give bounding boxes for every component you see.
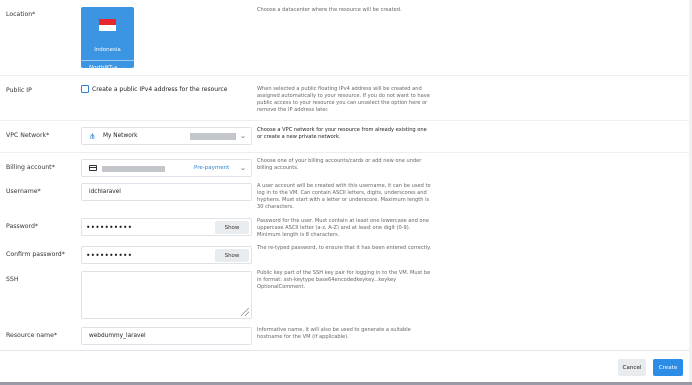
public-ip-label: Public IP <box>6 87 32 94</box>
chevron-down-icon: ⌄ <box>240 132 246 140</box>
resize-handle-icon[interactable] <box>241 308 249 316</box>
confirm-password-value: •••••••••• <box>86 251 133 260</box>
zone-value: NorthJKT-a <box>88 65 118 71</box>
ssh-key-textarea[interactable] <box>81 271 252 319</box>
public-ip-checkbox-label[interactable]: Create a public IPv4 address for the res… <box>92 86 227 93</box>
location-card-indonesia[interactable]: Indonesia NorthJKT-a ⌄ <box>81 7 134 71</box>
show-confirm-password-button[interactable]: Show <box>215 249 249 262</box>
redacted-network-id <box>190 133 236 140</box>
resource-name-label: Resource name* <box>6 332 57 339</box>
vpc-label: VPC Network* <box>6 132 50 139</box>
billing-help: Choose one of your billing accounts/card… <box>257 158 422 171</box>
ssh-help: Public key part of the SSH key pair for … <box>257 270 431 290</box>
vpc-select[interactable]: ⋔ My Network ⌄ <box>81 127 252 145</box>
resource-name-help: Informative name, it will also be used t… <box>257 327 411 340</box>
password-input[interactable]: •••••••••• Show <box>81 218 252 236</box>
password-help: Password for the user. Must contain at l… <box>257 218 429 238</box>
footer-divider <box>0 350 692 351</box>
resource-name-input[interactable]: webdummy_laravel <box>81 327 252 345</box>
redacted-billing-account <box>102 166 165 172</box>
confirm-password-input[interactable]: •••••••••• Show <box>81 246 252 264</box>
billing-label: Billing account* <box>6 164 55 171</box>
zone-select[interactable]: NorthJKT-a ⌄ <box>81 60 134 75</box>
show-password-button[interactable]: Show <box>215 221 249 234</box>
divider <box>0 152 692 153</box>
credit-card-icon <box>89 165 97 171</box>
username-help: A user account will be created with this… <box>257 183 431 210</box>
indonesia-flag-icon <box>99 19 116 31</box>
resource-name-value: webdummy_laravel <box>89 333 146 339</box>
public-ip-help: When selected a public floating IPv4 add… <box>257 86 430 113</box>
divider <box>0 75 692 76</box>
location-label: Location* <box>6 11 36 18</box>
ssh-label: SSH <box>6 276 19 283</box>
public-ip-checkbox[interactable] <box>81 85 89 93</box>
network-icon: ⋔ <box>89 132 96 141</box>
password-value: •••••••••• <box>86 223 133 232</box>
username-label: Username* <box>6 188 41 195</box>
confirm-password-label: Confirm password* <box>6 251 65 258</box>
vpc-value: My Network <box>103 133 138 139</box>
location-card-name: Indonesia <box>94 47 121 53</box>
chevron-down-icon: ⌄ <box>121 65 126 71</box>
username-value: idchlaravel <box>89 189 121 195</box>
confirm-password-help: The re-typed password, to ensure that it… <box>257 245 431 251</box>
location-help: Choose a datacenter where the resource w… <box>257 7 402 13</box>
chevron-down-icon: ⌄ <box>240 164 246 172</box>
create-button[interactable]: Create <box>653 359 683 376</box>
password-label: Password* <box>6 223 38 230</box>
vpc-help: Choose a VPC network for your resource f… <box>257 127 427 140</box>
billing-select[interactable]: Pre-payment ⌄ <box>81 159 252 177</box>
billing-type-badge: Pre-payment <box>194 165 230 171</box>
divider <box>0 120 692 121</box>
username-input[interactable]: idchlaravel <box>81 183 252 201</box>
cancel-button[interactable]: Cancel <box>618 359 646 376</box>
